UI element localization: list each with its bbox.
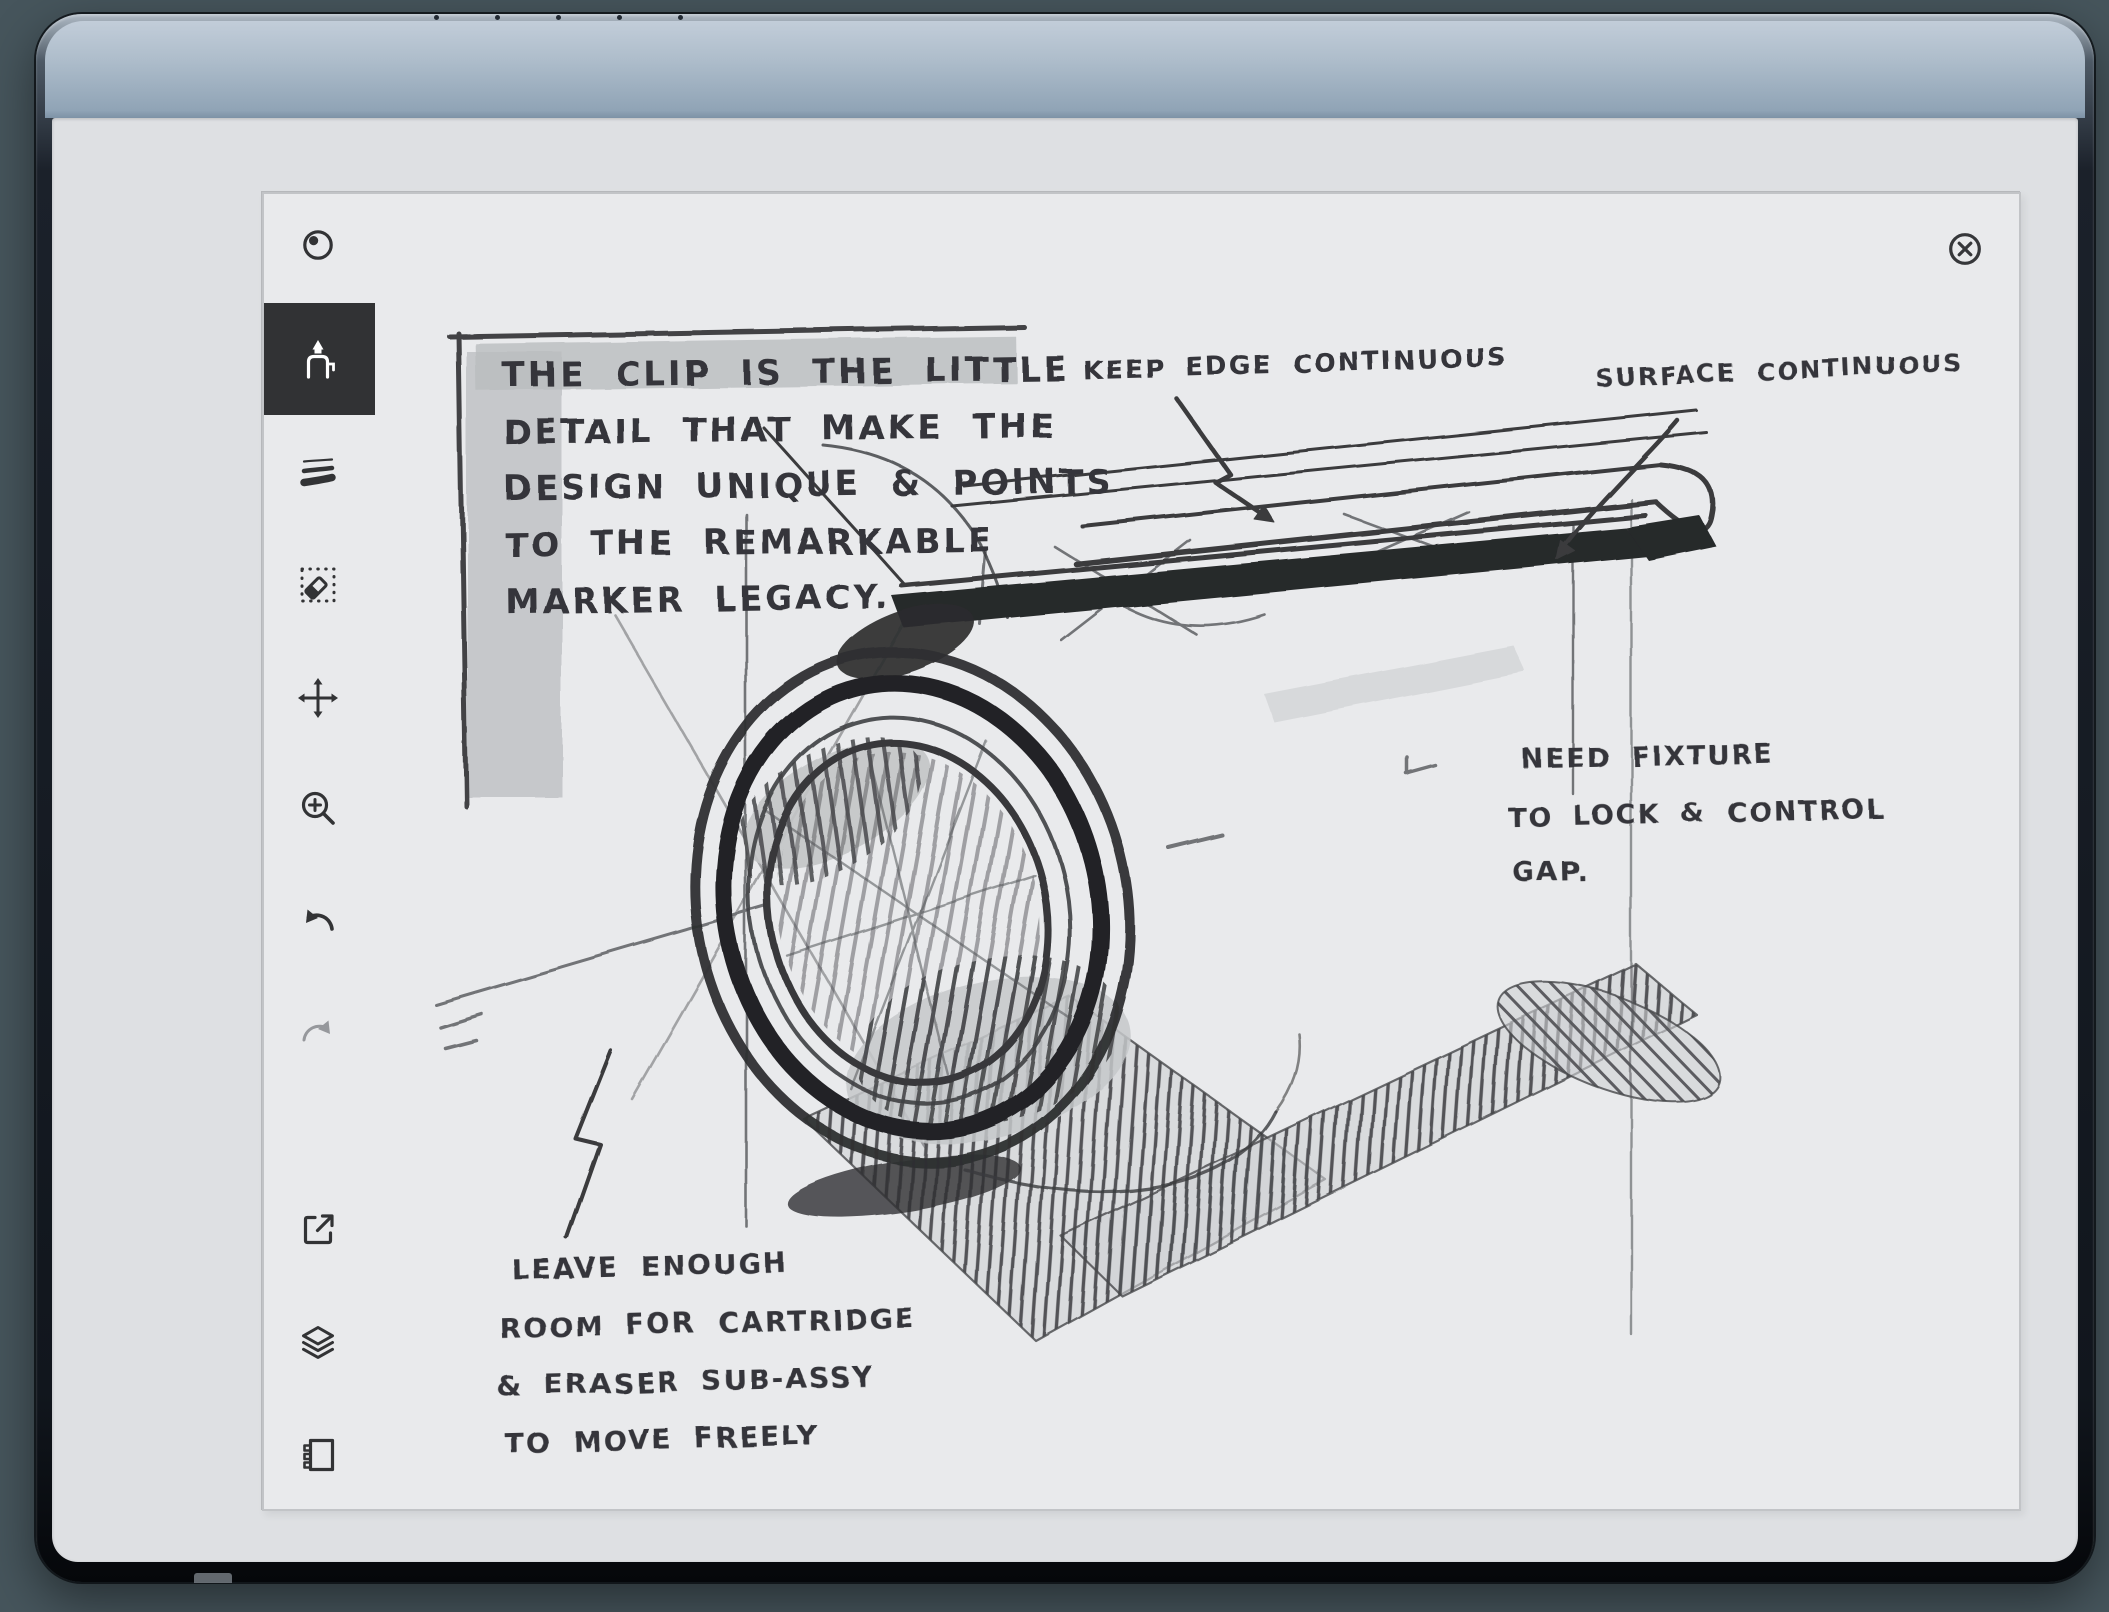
annotation-clip-note: THE CLIP IS THE LITTLE DETAIL THAT MAKE …	[502, 349, 1114, 622]
magnifier-plus-icon	[294, 784, 342, 832]
clip-dark-edge	[892, 528, 1648, 628]
notebook-icon	[294, 1431, 342, 1479]
export-icon	[294, 1206, 342, 1254]
clearance-line: LEAVE ENOUGH	[511, 1246, 789, 1286]
undo-arrow-icon	[294, 901, 342, 949]
undo-button[interactable]	[290, 897, 346, 953]
pen-tool-button[interactable]	[290, 331, 346, 387]
annotation-fixture: NEED FIXTURE TO LOCK & CONTROL GAP.	[1506, 736, 1888, 889]
annotation-clearance: LEAVE ENOUGH ROOM FOR CARTRIDGE & ERASER…	[493, 1243, 918, 1460]
stroke-thickness-icon	[294, 448, 342, 496]
circle-dot-icon	[294, 221, 342, 269]
bottom-port	[194, 1573, 232, 1583]
mic-holes	[434, 15, 683, 20]
layers-button[interactable]	[290, 1316, 346, 1372]
body-gray-shade	[1264, 646, 1526, 722]
zoom-tool-button[interactable]	[290, 780, 346, 836]
close-circle-icon	[1937, 221, 1993, 277]
fixture-line: GAP.	[1513, 857, 1590, 890]
construction-lines	[435, 499, 1631, 1334]
marker-clip-sketch: THE CLIP IS THE LITTLE DETAIL THAT MAKE …	[264, 194, 2019, 1509]
note-bracket	[450, 327, 1024, 806]
redo-button[interactable]	[290, 1008, 346, 1064]
stroke-thickness-button[interactable]	[290, 444, 346, 500]
marker-body-lines	[764, 410, 1713, 1192]
clip-note-line: THE CLIP IS THE LITTLE	[502, 349, 1069, 396]
clearance-line: & ERASER SUB-ASSY	[496, 1360, 875, 1403]
cap-ring	[641, 606, 1183, 1209]
notebook-button[interactable]	[290, 1427, 346, 1483]
layers-icon	[294, 1320, 342, 1368]
clip-attach-blob	[828, 589, 984, 695]
move-tool-button[interactable]	[290, 670, 346, 726]
clip-end-dark	[1626, 516, 1716, 560]
marker-pen-icon	[294, 335, 342, 383]
clip-note-line: TO THE REMARKABLE	[504, 520, 993, 566]
move-arrows-icon	[294, 674, 342, 722]
toolbar-menu-button[interactable]	[290, 217, 346, 273]
top-bezel	[45, 21, 2085, 118]
cast-shadow	[783, 957, 1735, 1341]
redo-arrow-icon	[294, 1012, 342, 1060]
fixture-line: NEED FIXTURE	[1521, 739, 1775, 775]
annotation-arrows	[567, 399, 1677, 1238]
clearance-line: TO MOVE FREELY	[504, 1418, 820, 1459]
screen: THE CLIP IS THE LITTLE DETAIL THAT MAKE …	[52, 118, 2078, 1562]
note-highlight	[467, 336, 1016, 797]
clip-note-line: DESIGN UNIQUE & POINTS	[504, 462, 1114, 509]
clip-note-line: MARKER LEGACY.	[505, 577, 891, 622]
annotation-surface: SURFACE CONTINUOUS	[1595, 348, 1964, 393]
fixture-line: TO LOCK & CONTROL	[1507, 794, 1886, 833]
tablet-device: THE CLIP IS THE LITTLE DETAIL THAT MAKE …	[36, 14, 2094, 1582]
export-button[interactable]	[290, 1202, 346, 1258]
clip-note-line: DETAIL THAT MAKE THE	[503, 406, 1057, 453]
eraser-select-icon	[294, 561, 342, 609]
clearance-line: ROOM FOR CARTRIDGE	[499, 1301, 916, 1345]
sketch-canvas[interactable]: THE CLIP IS THE LITTLE DETAIL THAT MAKE …	[262, 192, 2021, 1511]
close-button[interactable]	[1937, 221, 1993, 277]
annotation-keep-edge: KEEP EDGE CONTINUOUS	[1083, 343, 1508, 388]
eraser-tool-button[interactable]	[290, 557, 346, 613]
